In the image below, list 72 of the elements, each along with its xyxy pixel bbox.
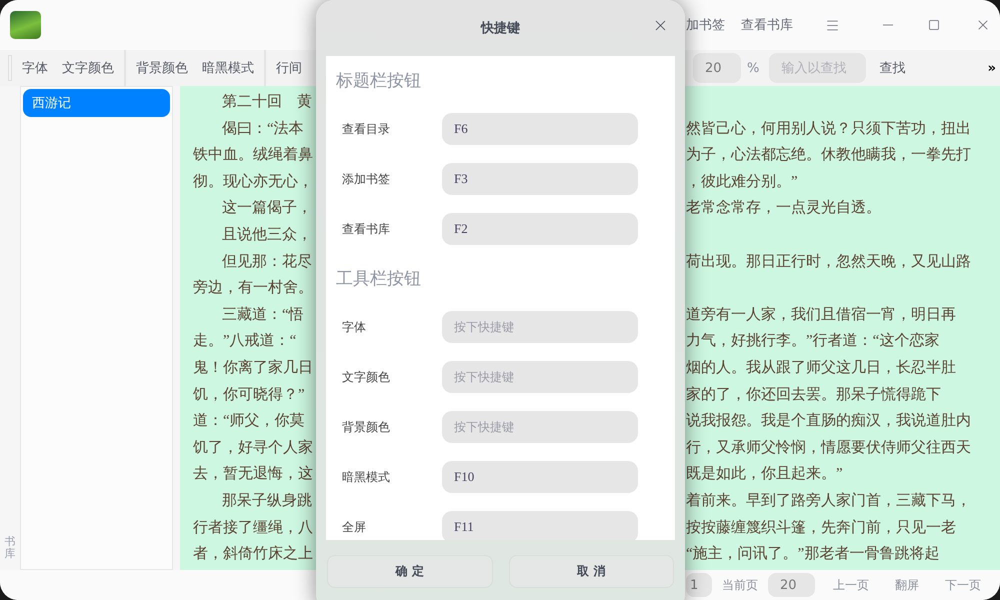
text-line: 去，暂无退悔，这 [193,466,313,482]
shortcut-field[interactable]: F2 [442,213,638,245]
shortcut-label: 文字颜色 [341,368,391,386]
search-button[interactable]: 查找 [872,59,912,77]
percent-label: % [747,60,760,76]
app-logo-photo-placeholder [10,11,41,39]
text-line: 饥，你可晓得？” [193,386,305,403]
shortcut-label: 字体 [341,318,367,336]
text-line: 说我报怨。我是个直肠的痴汉，我说道肚内 [686,413,971,430]
shortcut-label: 查看目录 [341,120,391,138]
text-line: 着前来。早到了路旁人家门首，三藏下马， [686,492,971,509]
page-size-field[interactable]: 20 [768,573,815,597]
shortcut-label: 全屏 [341,518,367,536]
shortcut-field[interactable]: F6 [442,113,638,145]
dialog-button[interactable]: 确 定 [327,555,492,588]
text-line: 但见那：花尽 [222,254,312,270]
shortcut-label: 查看书库 [341,220,391,238]
page-number-field[interactable]: 1 [686,573,712,597]
text-line: 鬼！你离了家几日 [193,360,313,376]
toolbar-button[interactable]: 行间 [269,59,309,77]
text-line: 按按藤缠篾织斗篷，先奔门前，只见一老 [686,520,956,536]
shortcut-field[interactable]: F11 [442,511,638,540]
text-line: 偈曰：“法本 [222,120,304,137]
text-line: 第二十回 黄 [222,94,312,110]
text-line: 行者接了缰绳，八 [193,520,313,536]
text-line: 那呆子纵身跳 [222,492,312,509]
shortcut-label: 添加书签 [341,170,391,188]
text-line: 荷出现。那日正行时，忽然天晚，又见山路 [686,254,971,270]
section-title: 工具栏按钮 [336,268,422,291]
current-page-label: 当前页 [722,576,758,594]
text-line: 饥了，好寻个人家 [193,440,313,456]
text-line: 这一篇偈子， [222,200,312,216]
shortcut-label: 背景颜色 [341,418,391,436]
text-line: 行，又承师父怜悯，情愿要伏侍师父往西天 [686,440,971,456]
dialog-button[interactable]: 取 消 [508,555,674,588]
dialog-title: 快捷键 [481,20,520,37]
section-title: 标题栏按钮 [336,70,422,93]
shortcut-field[interactable]: F3 [442,163,638,195]
toolbar-button[interactable]: 暗黑模式 [195,59,261,77]
text-line: 旁边，有一村舍。 [193,280,313,296]
text-line: “施主，问讯了。”那老者一骨鲁跳将起 [686,546,940,562]
toolbar-overflow-button[interactable]: » [988,60,996,76]
book-item[interactable]: 西游记 [23,89,170,117]
text-line: 三藏道：“悟 [222,306,304,323]
text-line: 道：“师父，你莫 [193,413,305,430]
text-line: ，彼此难分别。” [686,174,798,190]
menu-icon[interactable] [825,18,840,32]
text-line: 铁中血。绒绳着鼻 [193,147,313,164]
text-line: 者，斜倚竹床之上 [193,546,313,562]
text-line: 道旁有一人家，我们且借宿一宵，明日再 [686,306,956,323]
text-line: 烟的人。我从跟了师父这几日，长忍半肚 [686,360,956,376]
text-line: 既是如此，你且起来。” [686,466,843,482]
shortcut-field[interactable]: F10 [442,461,638,493]
title-bar-button[interactable]: 查看书库 [733,16,801,34]
zoom-field[interactable]: 20 [693,53,741,83]
text-line: 力气，好挑行李。”行者道：“这个恋家 [686,333,940,350]
text-line: 彻。现心亦无心， [193,174,313,190]
text-line: 然皆己心，何用别人说？只须下苦功，扭出 [686,120,971,137]
shortcut-field[interactable]: 按下快捷键 [442,361,638,393]
shortcut-field[interactable]: 按下快捷键 [442,411,638,443]
text-line: 走。”八戒道：“ [193,333,296,350]
shortcut-label: 暗黑模式 [341,468,391,486]
text-line: 为子，心法都忘绝。休教他瞒我，一拳先打 [686,147,971,164]
text-line: 家的了，你还回去罢。那呆子慌得跪下 [686,386,941,403]
toolbar-button[interactable]: 背景颜色 [129,59,195,77]
shortcut-field[interactable]: 按下快捷键 [442,311,638,343]
text-line: 老常念常存，一点灵光自透。 [686,200,881,216]
toolbar-button[interactable]: 字体 [15,59,55,77]
title-bar-button[interactable]: 加书签 [686,16,733,34]
toolbar-button[interactable]: 文字颜色 [55,59,121,77]
maximize-icon[interactable] [928,19,940,31]
text-line: 且说他三众， [222,226,312,243]
